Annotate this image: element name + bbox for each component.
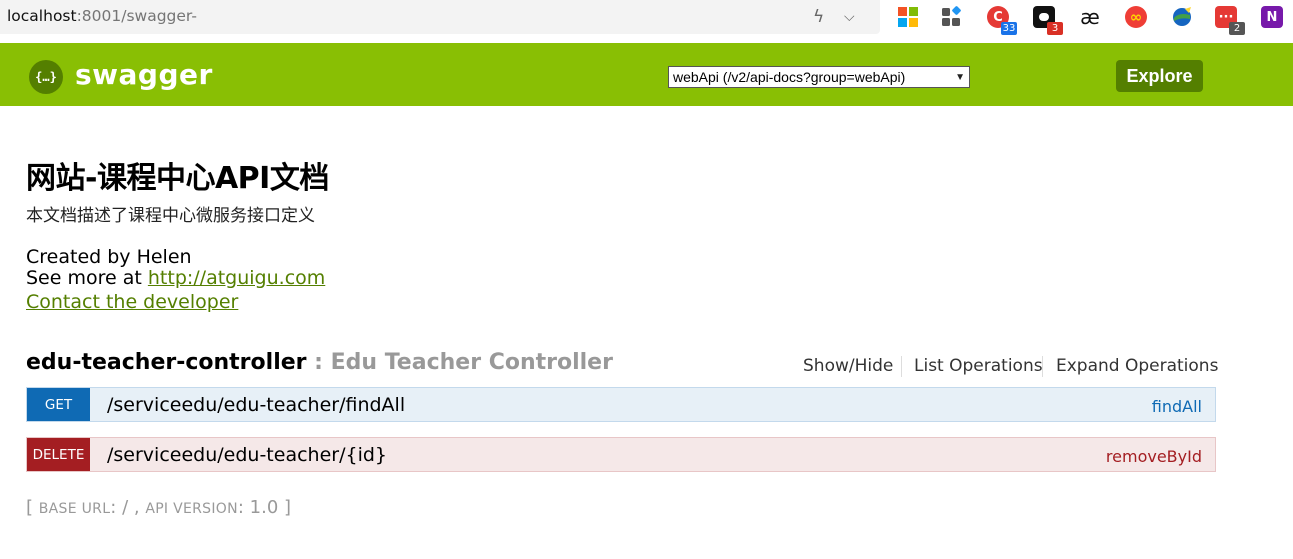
resource-name[interactable]: edu-teacher-controller [26, 350, 307, 375]
operation-nickname[interactable]: removeById [1106, 447, 1202, 466]
api-title: 网站-课程中心API文档 [26, 161, 329, 196]
red-dots-extension-icon[interactable]: ··· 2 [1215, 6, 1245, 35]
show-hide-link[interactable]: Show/Hide [803, 356, 893, 376]
operation-delete-removebyid[interactable]: DELETE /serviceedu/edu-teacher/{id} remo… [26, 437, 1216, 472]
swagger-logo-icon[interactable]: {…} [29, 60, 63, 94]
chevron-down-icon: ▼ [955, 71, 965, 83]
base-url-value: : / , [110, 497, 146, 518]
divider [1042, 356, 1043, 377]
url-text[interactable]: localhost:8001/swagger- [7, 7, 197, 25]
url-host: localhost [7, 7, 77, 25]
contact-developer-link[interactable]: Contact the developer [26, 291, 238, 313]
http-method-delete[interactable]: DELETE [27, 438, 90, 471]
api-footer: [ BASE URL: / , API VERSION: 1.0 ] [26, 497, 291, 518]
operation-path[interactable]: /serviceedu/edu-teacher/{id} [107, 444, 387, 466]
cloud-icon [1039, 13, 1049, 21]
api-spec-select[interactable]: webApi (/v2/api-docs?group=webApi) ▼ [668, 66, 970, 88]
lightning-icon[interactable]: ϟ [813, 7, 824, 27]
apps-grid-icon[interactable] [941, 6, 963, 28]
api-description: 本文档描述了课程中心微服务接口定义 [26, 206, 315, 226]
resource-description: : Edu Teacher Controller [306, 350, 613, 375]
browser-toolbar: localhost:8001/swagger- ϟ ⌵ C 33 3 æ ∞ ··… [0, 0, 1293, 36]
api-version-value: : 1.0 ] [237, 497, 292, 518]
address-bar[interactable]: localhost:8001/swagger- ϟ ⌵ [0, 0, 880, 34]
windows-grid-icon[interactable] [897, 6, 919, 28]
created-by: Created by Helen [26, 246, 192, 268]
divider [901, 356, 902, 377]
red-c-extension-icon[interactable]: C 33 [987, 6, 1017, 35]
list-operations-link[interactable]: List Operations [914, 356, 1043, 376]
onenote-icon[interactable]: N [1261, 6, 1283, 28]
http-method-get[interactable]: GET [27, 388, 90, 421]
base-url-label: BASE URL [38, 501, 111, 517]
ae-extension-icon[interactable]: æ [1079, 5, 1101, 29]
operation-get-findall[interactable]: GET /serviceedu/edu-teacher/findAll find… [26, 387, 1216, 422]
see-more: See more at http://atguigu.com [26, 267, 325, 289]
expand-operations-link[interactable]: Expand Operations [1056, 356, 1218, 376]
operation-path[interactable]: /serviceedu/edu-teacher/findAll [107, 394, 405, 416]
chevron-down-icon[interactable]: ⌵ [844, 9, 855, 25]
black-cloud-extension-icon[interactable]: 3 [1033, 6, 1063, 35]
see-more-link[interactable]: http://atguigu.com [148, 267, 325, 289]
resource-heading[interactable]: edu-teacher-controller : Edu Teacher Con… [26, 350, 613, 375]
operation-nickname[interactable]: findAll [1152, 397, 1202, 416]
swagger-logo-text[interactable]: swagger [75, 58, 213, 91]
see-more-prefix: See more at [26, 267, 148, 289]
api-version-label: API VERSION [145, 501, 238, 517]
url-path: :8001/swagger- [76, 7, 197, 25]
extension-badge: 2 [1229, 22, 1245, 35]
extension-badge: 33 [1001, 22, 1017, 35]
infinity-extension-icon[interactable]: ∞ [1125, 6, 1147, 28]
footer-bracket: [ [26, 497, 39, 518]
extension-badge: 3 [1047, 22, 1063, 35]
globe-extension-icon[interactable] [1171, 6, 1193, 28]
api-spec-selected: webApi (/v2/api-docs?group=webApi) [673, 69, 906, 85]
explore-button[interactable]: Explore [1116, 60, 1203, 92]
